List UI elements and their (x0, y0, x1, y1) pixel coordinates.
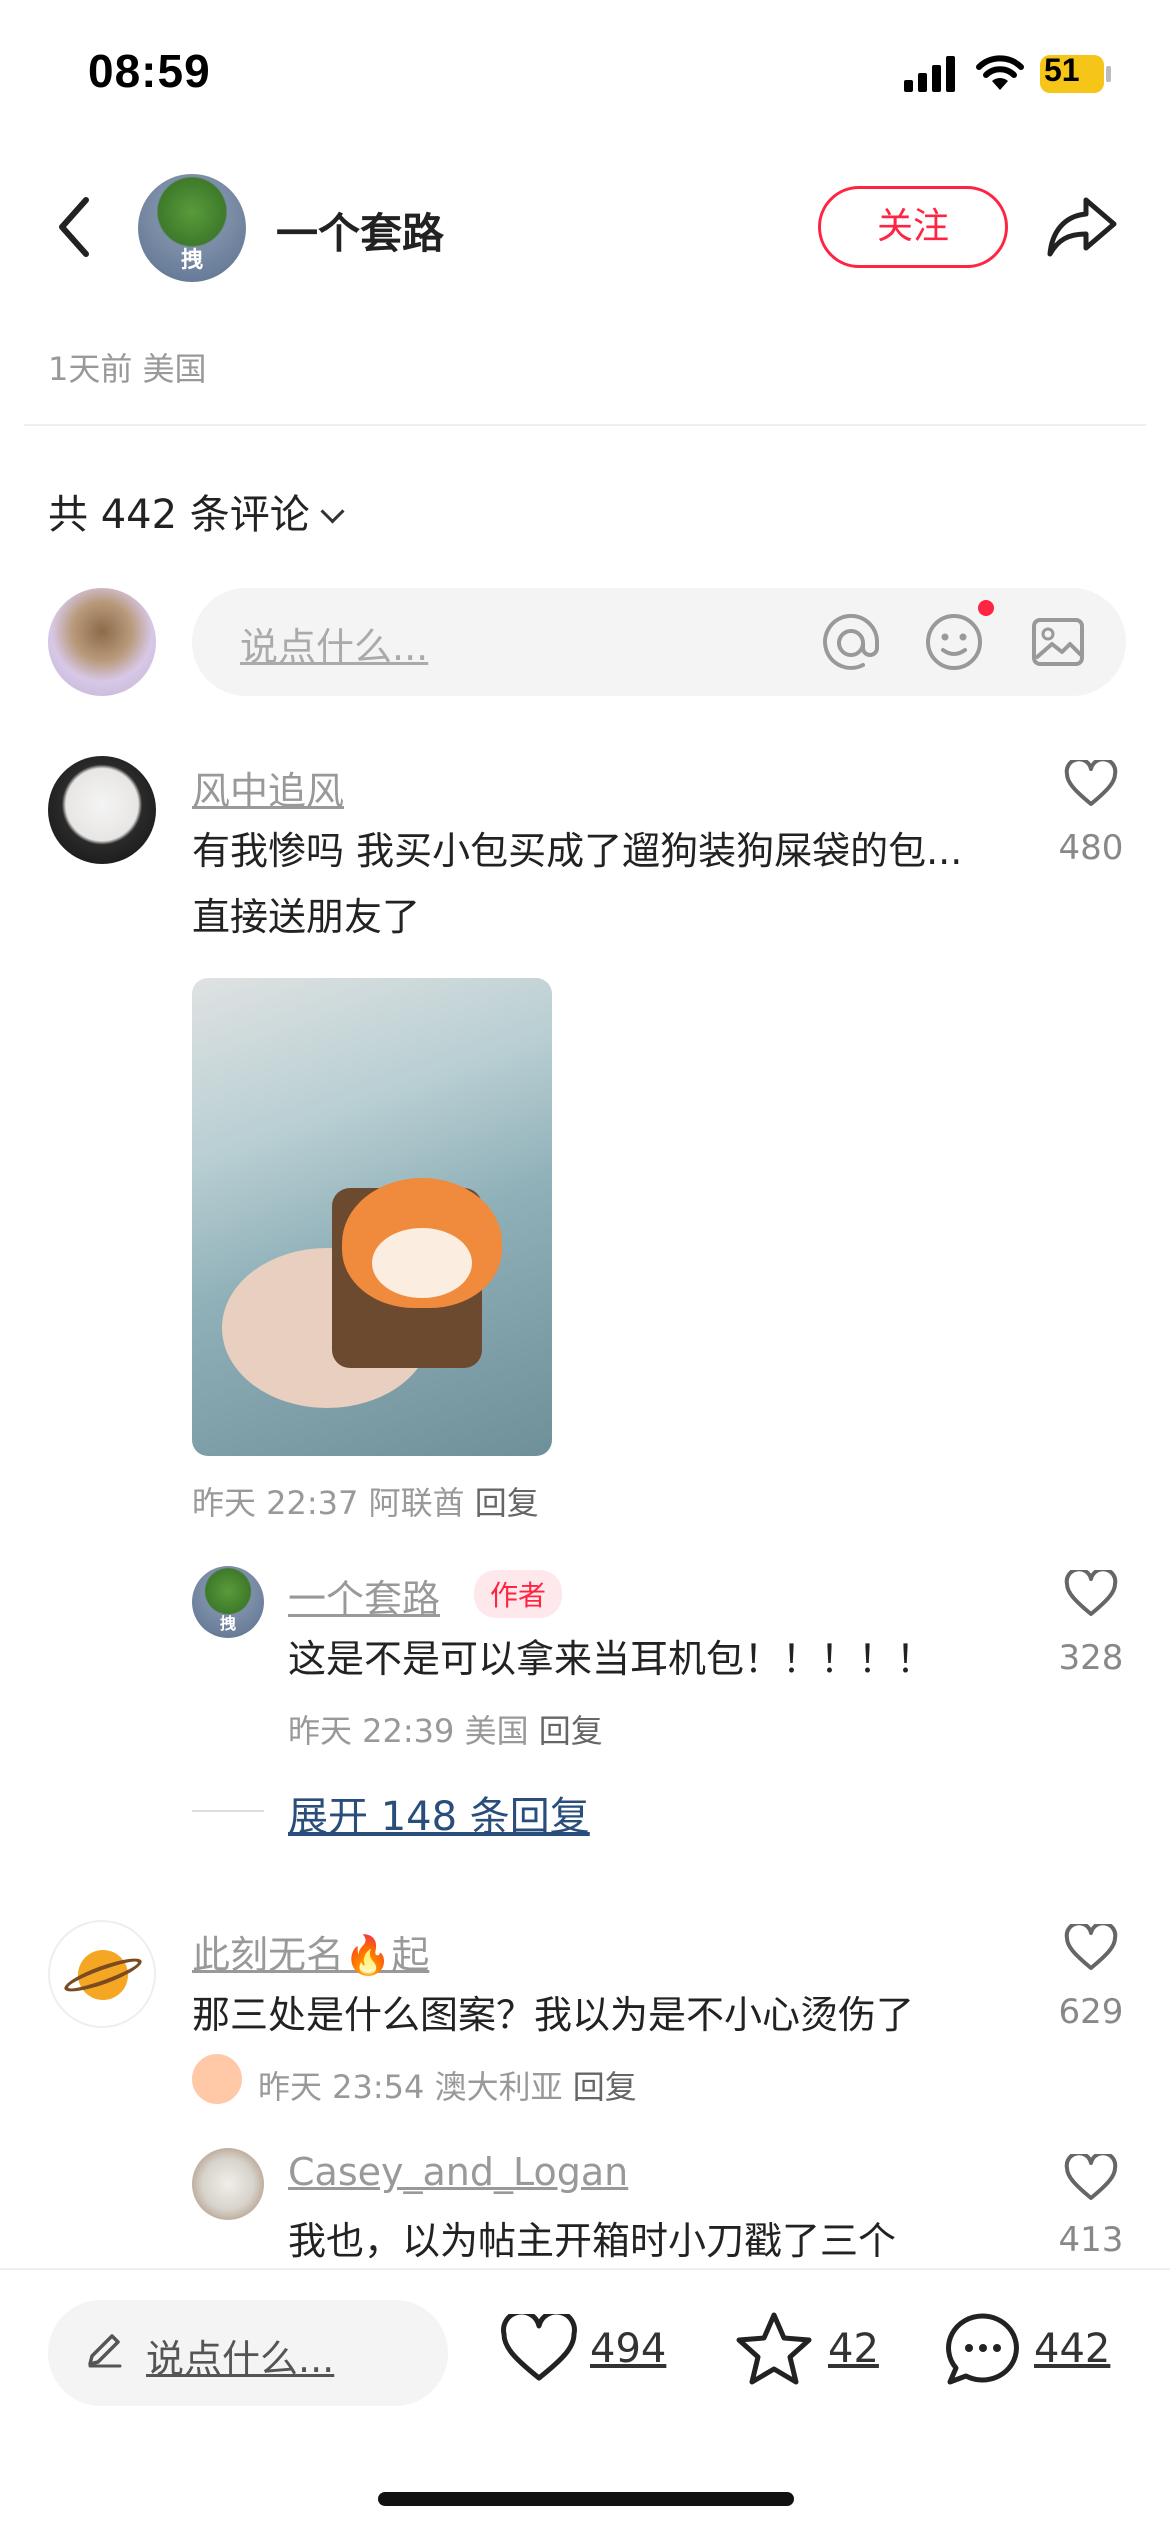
heart-icon[interactable] (1064, 2154, 1118, 2202)
comment-meta-text: 昨天 23:54 澳大利亚 (258, 2068, 563, 2106)
comment-meta: 昨天 23:54 澳大利亚 回复 (258, 2062, 637, 2108)
like-total[interactable]: 494 (590, 2326, 666, 2372)
heart-icon[interactable] (1064, 760, 1118, 808)
wifi-icon (976, 55, 1024, 90)
battery-level: 51 (1044, 52, 1080, 88)
home-indicator (378, 2492, 794, 2506)
signal-icon (904, 56, 955, 92)
share-icon[interactable] (1046, 194, 1118, 258)
avatar-badge: 拽 (219, 1614, 237, 1633)
divider (24, 424, 1146, 426)
commenter-avatar[interactable] (48, 756, 156, 864)
reply-text[interactable]: 这是不是可以拿来当耳机包！！！！！ (288, 1626, 934, 1692)
commenter-name[interactable]: 此刻无名🔥起 (192, 1924, 429, 1979)
pencil-icon (88, 2334, 122, 2368)
comment-count-sort[interactable]: 共 442 条评论 (48, 482, 345, 540)
reply-button[interactable]: 回复 (475, 1484, 539, 1522)
commenter-name[interactable]: 风中追风 (192, 760, 344, 815)
like-count: 629 (1058, 1992, 1124, 2032)
chevron-down-icon (320, 499, 345, 524)
like-count: 480 (1058, 828, 1124, 868)
crying-emoji-icon (192, 2054, 242, 2104)
heart-icon[interactable] (1064, 1570, 1118, 1618)
comment-meta-text: 昨天 22:37 阿联酋 (192, 1484, 465, 1522)
author-tag: 作者 (474, 1570, 563, 1618)
reply-button[interactable]: 回复 (573, 2068, 637, 2106)
reply-meta: 昨天 22:39 美国 回复 (288, 1706, 603, 1752)
comment-text[interactable]: 有我惨吗 我买小包买成了遛狗装狗屎袋的包...直接送朋友了 (192, 818, 992, 950)
reply-button[interactable]: 回复 (539, 1712, 603, 1750)
post-meta: 1天前 美国 (48, 350, 207, 388)
author-name[interactable]: 一个套路 (276, 200, 444, 261)
image-dog-muzzle (372, 1228, 472, 1298)
mention-icon[interactable] (822, 614, 880, 672)
author-avatar[interactable]: 拽 (138, 174, 246, 282)
back-icon[interactable] (52, 194, 96, 260)
comment-text[interactable]: 那三处是什么图案？我以为是不小心烫伤了 (192, 1982, 1012, 2048)
comment-meta: 昨天 22:37 阿联酋 回复 (192, 1478, 539, 1524)
reply-avatar[interactable] (192, 2148, 264, 2220)
heart-icon[interactable] (1064, 1924, 1118, 1972)
battery-cap (1106, 66, 1111, 82)
my-avatar (48, 588, 156, 696)
expand-divider (192, 1810, 264, 1812)
favorite-total[interactable]: 42 (828, 2326, 879, 2372)
like-icon[interactable] (500, 2314, 578, 2384)
star-icon[interactable] (734, 2310, 814, 2388)
follow-button[interactable]: 关注 (818, 186, 1008, 268)
like-count: 413 (1058, 2220, 1124, 2260)
bottom-comment-placeholder[interactable]: 说点什么... (146, 2328, 334, 2383)
reply-text[interactable]: 我也，以为帖主开箱时小刀戳了三个 (288, 2208, 896, 2274)
commenter-avatar[interactable] (48, 1920, 156, 2028)
notification-dot (978, 600, 994, 616)
avatar-badge: 拽 (180, 248, 204, 273)
comment-total[interactable]: 442 (1034, 2326, 1110, 2372)
reply-username[interactable]: 一个套路 (288, 1568, 440, 1623)
comment-input-placeholder[interactable]: 说点什么... (240, 616, 428, 671)
bottom-bar-divider (0, 2268, 1170, 2270)
reply-meta-text: 昨天 22:39 美国 (288, 1712, 529, 1750)
expand-replies-link[interactable]: 展开 148 条回复 (288, 1784, 590, 1842)
comment-count: 共 442 条评论 (48, 492, 310, 538)
image-icon[interactable] (1030, 614, 1086, 670)
reply-avatar[interactable]: 拽 (192, 1566, 264, 1638)
reply-username[interactable]: Casey_and_Logan (288, 2150, 628, 2194)
comment-icon[interactable] (944, 2312, 1022, 2388)
like-count: 328 (1058, 1638, 1124, 1678)
status-time: 08:59 (88, 45, 211, 97)
comment-image[interactable] (192, 978, 552, 1456)
emoji-icon[interactable] (924, 612, 984, 672)
